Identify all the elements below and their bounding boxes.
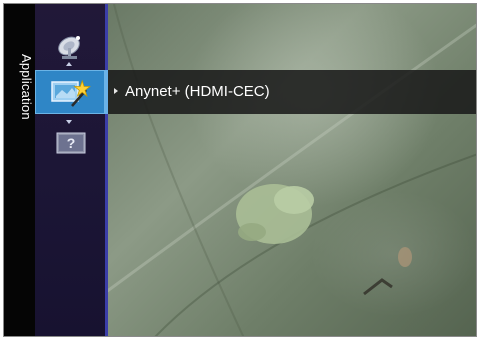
sidebar-section-label: Application: [19, 54, 34, 120]
tv-screen: Application ? Anynet+ (HDMI-CEC): [3, 3, 477, 337]
help-question-icon[interactable]: ?: [56, 132, 86, 154]
selected-highlight-edge: [105, 70, 108, 114]
scroll-down-arrow-icon[interactable]: [66, 120, 72, 124]
scroll-up-arrow-icon[interactable]: [66, 62, 72, 66]
menu-icon-column-edge: [105, 4, 108, 336]
submenu-arrow-icon: [114, 88, 118, 94]
sidebar-label-column: Application: [4, 4, 35, 336]
magic-wand-screen-icon[interactable]: [50, 78, 92, 108]
svg-text:?: ?: [67, 135, 76, 151]
menu-item-anynet-label[interactable]: Anynet+ (HDMI-CEC): [125, 83, 270, 100]
satellite-dish-icon[interactable]: [54, 30, 88, 60]
